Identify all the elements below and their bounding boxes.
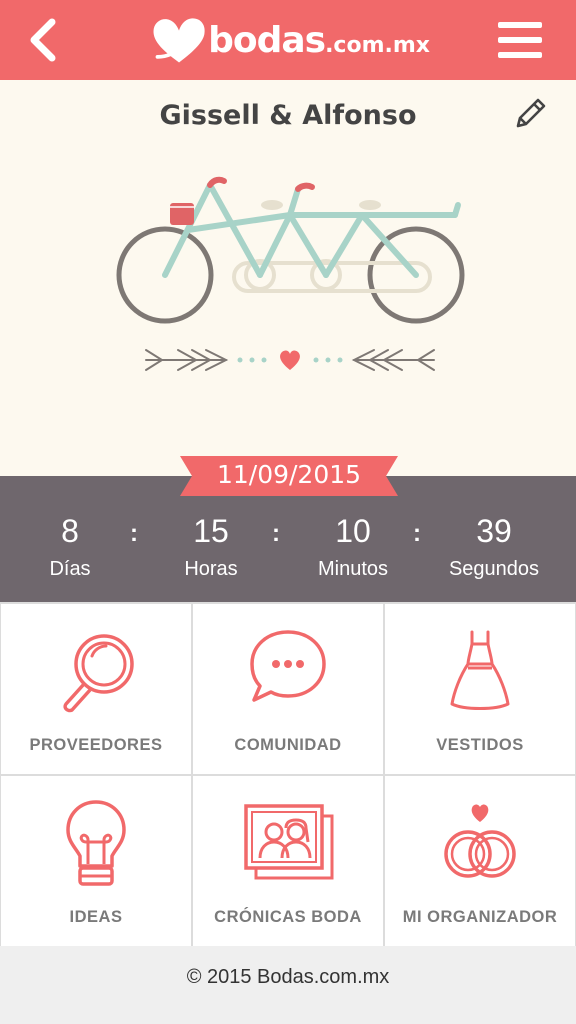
rings-icon — [444, 804, 516, 878]
brand-name: bodas — [208, 19, 326, 61]
wedding-date: 11/09/2015 — [216, 460, 362, 489]
countdown-value: 39 — [476, 513, 512, 549]
countdown-minutes: 10 Minutos — [283, 512, 423, 584]
speech-bubble-icon — [250, 630, 326, 702]
heart-logo-icon — [153, 18, 205, 63]
countdown-days: 8 Días — [0, 512, 140, 584]
photo-couple-icon — [244, 804, 334, 880]
brand-tld: .com.mx — [325, 32, 430, 58]
tandem-bicycle-illustration — [116, 176, 465, 324]
edit-button[interactable] — [512, 96, 548, 132]
footer: © 2015 Bodas.com.mx — [0, 946, 576, 1024]
couple-hero: Gissell & Alfonso — [0, 80, 576, 476]
menu-tile-comunidad[interactable]: COMUNIDAD — [193, 604, 383, 774]
menu-button[interactable] — [494, 20, 546, 60]
top-bar: bodas.com.mx — [0, 0, 576, 80]
menu-tile-label: MI ORGANIZADOR — [402, 908, 558, 926]
menu-tile-label: COMUNIDAD — [234, 736, 342, 754]
dress-icon — [450, 630, 510, 710]
back-button[interactable] — [18, 14, 70, 66]
countdown-seconds: 39 Segundos — [424, 512, 564, 584]
menu-tile-label: VESTIDOS — [436, 736, 524, 754]
countdown-value: 8 — [61, 513, 79, 549]
countdown-label: Minutos — [317, 558, 389, 580]
hamburger-menu-icon — [498, 22, 542, 58]
countdown-separator: : — [272, 520, 280, 547]
countdown-value: 15 — [193, 513, 229, 549]
countdown-label: Horas — [184, 558, 238, 580]
menu-tile-cronicas-boda[interactable]: CRÓNICAS BODA — [193, 776, 383, 946]
lightbulb-icon — [66, 800, 126, 886]
magnifier-icon — [63, 634, 134, 713]
menu-tile-label: IDEAS — [69, 908, 123, 926]
couple-names: Gissell & Alfonso — [159, 100, 417, 131]
menu-tile-proveedores[interactable]: PROVEEDORES — [1, 604, 191, 774]
countdown-label: Segundos — [448, 558, 540, 580]
pencil-icon — [516, 98, 546, 128]
menu-tile-label: CRÓNICAS BODA — [214, 908, 362, 926]
copyright-text: © 2015 Bodas.com.mx — [186, 966, 390, 988]
chevron-left-icon — [30, 18, 56, 62]
brand-logo[interactable]: bodas.com.mx — [150, 10, 430, 70]
countdown-label: Días — [49, 558, 91, 580]
arrows-heart-ornament — [145, 349, 435, 371]
menu-tile-label: PROVEEDORES — [29, 736, 163, 754]
menu-tile-vestidos[interactable]: VESTIDOS — [385, 604, 575, 774]
countdown-separator: : — [130, 520, 138, 547]
countdown-separator: : — [413, 520, 421, 547]
menu-tile-mi-organizador[interactable]: MI ORGANIZADOR — [385, 776, 575, 946]
menu-tile-ideas[interactable]: IDEAS — [1, 776, 191, 946]
countdown-value: 10 — [335, 513, 371, 549]
countdown-hours: 15 Horas — [141, 512, 281, 584]
menu-grid: PROVEEDORES COMUNIDAD VESTIDOS IDEAS CRÓ… — [0, 602, 576, 946]
